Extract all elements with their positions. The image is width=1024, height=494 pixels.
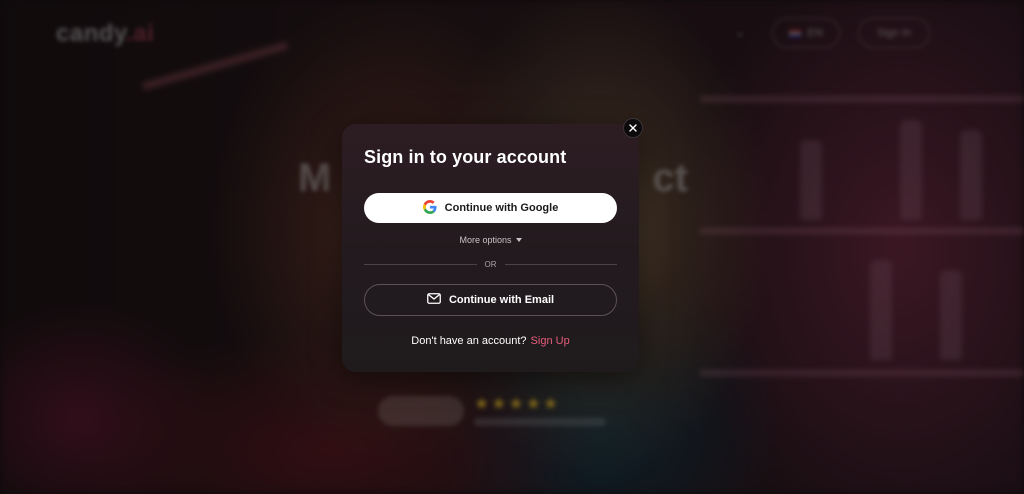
caret-down-icon <box>515 238 522 242</box>
divider-line <box>364 264 477 265</box>
envelope-icon <box>427 293 441 307</box>
more-options-label: More options <box>459 235 512 245</box>
close-modal-button[interactable] <box>623 118 643 138</box>
signup-prompt: Don't have an account? <box>411 335 527 347</box>
continue-with-google-button[interactable]: Continue with Google <box>364 193 617 223</box>
more-options-toggle[interactable]: More options <box>342 235 639 245</box>
google-button-label: Continue with Google <box>444 202 559 214</box>
sign-in-modal: Sign in to your account Continue with Go… <box>342 124 639 372</box>
email-button-label: Continue with Email <box>448 294 555 306</box>
close-icon <box>629 119 637 137</box>
signup-row: Don't have an account? Sign Up <box>342 335 639 347</box>
continue-with-email-button[interactable]: Continue with Email <box>364 284 617 316</box>
divider-label: OR <box>484 260 497 269</box>
sign-up-link[interactable]: Sign Up <box>531 335 570 347</box>
modal-title: Sign in to your account <box>364 147 567 167</box>
or-divider: OR <box>364 260 617 269</box>
divider-line <box>504 264 617 265</box>
google-icon <box>422 199 437 217</box>
